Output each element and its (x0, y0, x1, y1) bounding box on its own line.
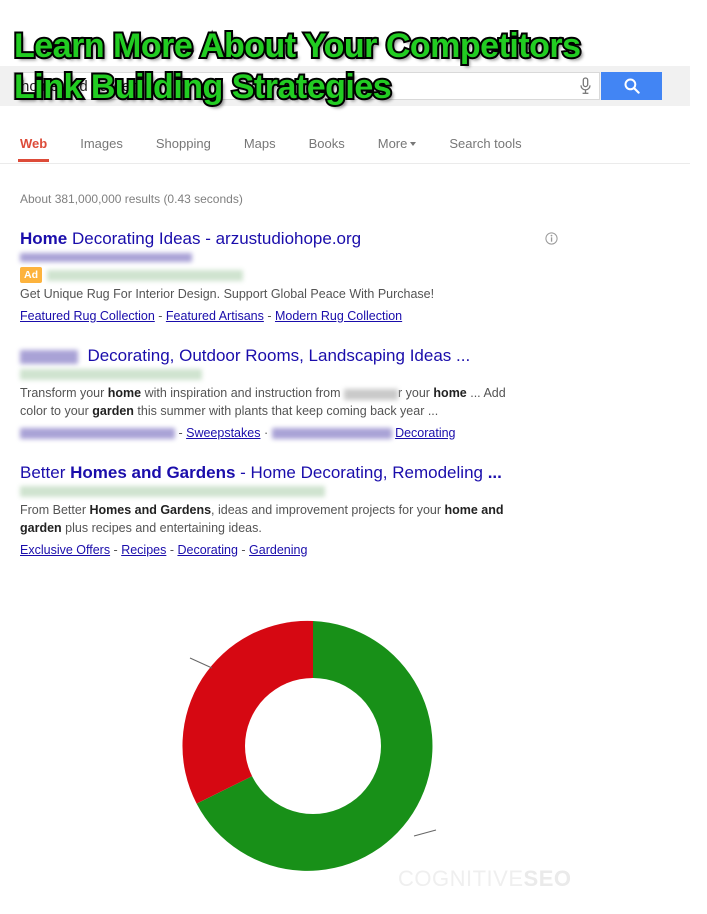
snippet-bold-garden: garden (92, 404, 134, 419)
search-result-3: Better Homes and Gardens - Home Decorati… (20, 462, 580, 559)
redacted-brand-name (20, 349, 78, 364)
result-url-redacted (20, 484, 580, 499)
leader-line-indexed (413, 829, 437, 837)
search-result-ad: Home Decorating Ideas - arzustudiohope.o… (20, 228, 580, 325)
sitelink-gardening[interactable]: Gardening (249, 543, 307, 557)
result-stats: About 381,000,000 results (0.43 seconds) (20, 192, 243, 206)
result-title-link[interactable]: Home Decorating Ideas - arzustudiohope.o… (20, 228, 580, 249)
result-snippet: From Better Homes and Gardens, ideas and… (20, 502, 536, 538)
result-url-redacted (20, 367, 580, 382)
search-button[interactable] (601, 72, 662, 100)
snippet-part-2: with inspiration and instruction from (141, 386, 344, 401)
sitelink-recipes[interactable]: Recipes (121, 543, 166, 557)
result-sitelinks: Featured Rug Collection - Featured Artis… (20, 307, 580, 325)
result-snippet: Transform your home with inspiration and… (20, 385, 536, 421)
sitelink-featured-artisans[interactable]: Featured Artisans (166, 309, 264, 323)
nav-item-images[interactable]: Images (80, 130, 123, 162)
sitelink-separator: · (260, 425, 272, 440)
redacted-snippet-brand (343, 388, 398, 400)
sitelink-decorating[interactable]: Decorating (395, 426, 455, 440)
search-icon (624, 78, 640, 94)
redacted-url-block (20, 369, 202, 381)
sitelink-sweepstakes[interactable]: Sweepstakes (186, 426, 260, 440)
nav-item-search-tools-label: Search tools (449, 136, 522, 151)
redacted-sitelink-2 (271, 428, 392, 440)
sitelink-featured-rug-collection[interactable]: Featured Rug Collection (20, 309, 155, 323)
sitelink-exclusive-offers[interactable]: Exclusive Offers (20, 543, 110, 557)
nav-items: Web Images Shopping Maps Books More Sear… (17, 130, 555, 162)
result-title-bold: Home (20, 229, 68, 248)
sitelink-separator: - (175, 425, 187, 440)
snippet-part-2: , ideas and improvement projects for you… (211, 503, 445, 518)
leader-line-not-indexed (189, 657, 213, 669)
result-url-redacted (20, 250, 580, 265)
result-title-bold: Homes and Gardens (70, 463, 236, 482)
search-result-2: Decorating, Outdoor Rooms, Landscaping I… (20, 345, 580, 442)
snippet-bold-home: home (107, 386, 142, 401)
search-results-list: Home Decorating Ideas - arzustudiohope.o… (20, 228, 580, 559)
nav-item-shopping[interactable]: Shopping (156, 130, 211, 162)
ad-row: Ad (20, 267, 580, 284)
nav-item-shopping-label: Shopping (155, 136, 211, 151)
result-title-rest: Decorating Ideas - arzustudiohope.org (67, 229, 362, 248)
sitelink-separator: - (110, 542, 122, 557)
nav-item-images-label: Images (80, 136, 123, 151)
search-input-value[interactable]: home and garden (14, 78, 571, 95)
search-nav-bar: Web Images Shopping Maps Books More Sear… (0, 130, 690, 164)
ad-info-icon[interactable] (545, 232, 558, 250)
redacted-url-block (20, 253, 192, 263)
nav-item-maps[interactable]: Maps (244, 130, 276, 162)
chevron-down-icon (410, 142, 417, 146)
nav-item-search-tools[interactable]: Search tools (449, 130, 521, 162)
search-input[interactable]: home and garden (13, 72, 600, 100)
watermark-bold: SEO (523, 866, 572, 891)
result-title-text: Decorating, Outdoor Rooms, Landscaping I… (87, 346, 471, 366)
snippet-bold-brand: Homes and Gardens (89, 503, 212, 518)
snippet-part-1: Transform your (20, 386, 108, 401)
donut-chart-svg (182, 620, 437, 871)
sitelink-separator: - (237, 542, 250, 557)
sitelink-separator: - (166, 542, 178, 557)
donut-hole (245, 678, 381, 814)
watermark-regular: COGNITIVE (398, 866, 524, 891)
nav-item-web[interactable]: Web (17, 130, 50, 162)
result-title-ellipsis: ... (487, 463, 502, 482)
sitelink-decorating[interactable]: Decorating (177, 543, 237, 557)
snippet-part-1: From Better (20, 503, 90, 518)
sitelink-separator: - (263, 309, 275, 323)
result-title-link[interactable]: Better Homes and Gardens - Home Decorati… (20, 462, 580, 483)
nav-item-books[interactable]: Books (309, 130, 345, 162)
snippet-part-3: plus recipes and entertaining ideas. (61, 521, 262, 535)
snippet-bold-home-2: home (433, 386, 467, 401)
redacted-sitelink-1 (20, 428, 175, 440)
sitelink-modern-rug-collection[interactable]: Modern Rug Collection (275, 309, 402, 323)
result-sitelinks: Exclusive Offers - Recipes - Decorating … (20, 541, 580, 559)
nav-item-web-label: Web (20, 136, 48, 151)
result-snippet: Get Unique Rug For Interior Design. Supp… (20, 287, 435, 302)
snippet-part-3: r your (397, 386, 434, 401)
ad-badge: Ad (20, 267, 42, 284)
indexation-donut-chart: Not Indexed (20) Indexed (45) (0, 590, 707, 914)
redacted-url-block (20, 486, 325, 498)
nav-item-maps-label: Maps (243, 136, 276, 151)
result-sitelinks: - Sweepstakes · Decorating (20, 424, 580, 442)
cognitiveseo-watermark: COGNITIVESEO (398, 866, 571, 892)
sitelink-separator: - (154, 309, 166, 323)
result-title-part-2: - Home Decorating, Remodeling (235, 463, 488, 482)
redacted-ad-url (47, 269, 243, 281)
promo-headline-line-1: Learn More About Your Competitors (12, 25, 583, 67)
snippet-part-5: this summer with plants that keep coming… (133, 404, 439, 419)
nav-item-more-label: More (377, 136, 408, 151)
nav-item-books-label: Books (308, 136, 345, 151)
nav-item-more[interactable]: More (378, 130, 417, 162)
microphone-icon[interactable] (571, 73, 599, 99)
result-title-part-1: Better (20, 463, 71, 482)
result-title-link[interactable]: Decorating, Outdoor Rooms, Landscaping I… (20, 345, 580, 366)
